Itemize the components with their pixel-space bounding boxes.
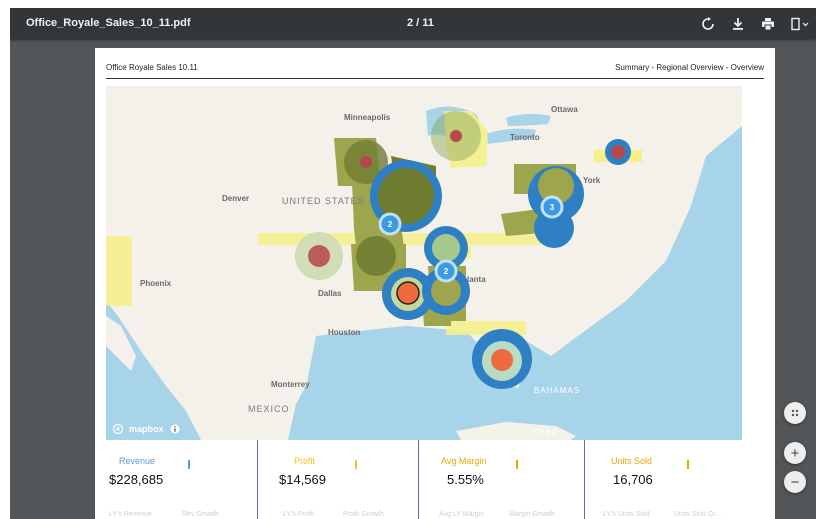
mapbox-wordmark: mapbox [129,424,164,434]
kpi-profit-label: Profit [294,456,316,466]
mapbox-logo-icon [113,424,123,434]
pdf-page: Office Royale Sales 10.11 Summary - Regi… [95,48,775,519]
cluster-count-2: 3 [550,203,555,212]
city-label-houston: Houston [328,328,361,337]
city-label-toronto: Toronto [510,133,540,142]
city-label-minneapolis: Minneapolis [344,113,391,122]
rotate-button[interactable] [698,14,718,34]
document-title: Office_Royale_Sales_10_11.pdf [26,17,191,29]
kpi-units-label: Units Sold [611,456,653,466]
bookmark-menu-button[interactable] [788,14,812,34]
download-icon [733,18,743,30]
report-title: Office Royale Sales 10.11 [106,63,198,72]
page-counter[interactable]: 2 / 11 [407,17,434,29]
kpi-card-profit: Profit $14,569 LY's Profit Profit Growth [257,440,418,519]
pdf-viewer: Office_Royale_Sales_10_11.pdf 2 / 11 Off… [10,8,816,519]
recenter-button[interactable] [784,402,806,424]
city-label-dallas: Dallas [318,289,342,298]
city-label-york: York [583,176,601,185]
kpi-margin-label: Avg Margin [441,456,487,466]
print-button[interactable] [758,14,778,34]
kpi-card-units: Units Sold 16,706 LY's Units Sold Units … [584,440,742,519]
cluster-count-1: 2 [388,220,393,229]
kpi-profit-ly: LY's Profit [283,511,315,518]
city-label-atlanta: lanta [467,275,486,284]
kpi-revenue-marker [188,460,190,469]
zoom-in-button[interactable]: + [784,442,806,464]
city-label-denver: Denver [222,194,250,203]
report-breadcrumb: Summary - Regional Overview - Overview [615,63,764,72]
kpi-units-marker [687,460,689,469]
kpi-margin-ly: Avg LY Margin [439,511,485,518]
bookmark-icon [791,17,809,31]
bubble-mississippi-highlight [396,281,420,305]
kpi-units-value: 16,706 [613,472,653,487]
bubble-arkansas [356,236,396,276]
city-label-ottawa: Ottawa [551,105,578,114]
kpi-margin-value: 5.55% [447,472,484,487]
cluster-count-3: 2 [444,267,449,276]
country-label-us: UNITED STATES [282,196,365,206]
kpi-cards: Revenue $228,685 LY's Revenue Rev Growth… [106,440,742,519]
kpi-revenue-label: Revenue [119,456,156,466]
kpi-revenue-value: $228,685 [109,472,164,487]
city-label-phoenix: Phoenix [140,279,172,288]
kpi-profit-value: $14,569 [279,472,326,487]
kpi-margin-marker [516,460,518,469]
zoom-out-button[interactable]: − [784,471,806,493]
country-label-cuba: CUBA [532,428,559,437]
info-icon[interactable] [170,424,180,434]
city-label-monterrey: Monterrey [271,380,310,389]
kpi-card-revenue: Revenue $228,685 LY's Revenue Rev Growth [106,440,257,519]
highlight-west [106,236,132,306]
kpi-profit-marker [355,460,357,469]
kpi-profit-growth: Profit Growth [343,511,384,518]
kpi-units-growth: Units Sold Gr... [674,511,722,518]
viewer-toolbar: Office_Royale_Sales_10_11.pdf 2 / 11 [10,8,816,39]
download-button[interactable] [728,14,748,34]
mapbox-attribution[interactable]: mapbox [113,424,180,434]
header-divider [106,78,764,79]
kpi-revenue-ly: LY's Revenue [109,511,152,518]
sales-map[interactable]: 2 3 2 Ottawa Minneapolis Toronto Denver … [106,86,742,440]
kpi-card-margin: Avg Margin 5.55% Avg LY Margin Margin Gr… [418,440,584,519]
gulf-water [296,326,508,440]
kpi-margin-growth: Margin Growth [509,511,555,518]
crosshair-icon [791,409,799,417]
country-label-mexico: MEXICO [248,404,290,414]
kpi-units-ly: LY's Units Sold [603,511,650,518]
rotate-icon [702,17,714,30]
print-icon [762,18,774,31]
water-label-bahamas: BAHAMAS [534,386,581,395]
kpi-revenue-growth: Rev Growth [182,511,219,518]
